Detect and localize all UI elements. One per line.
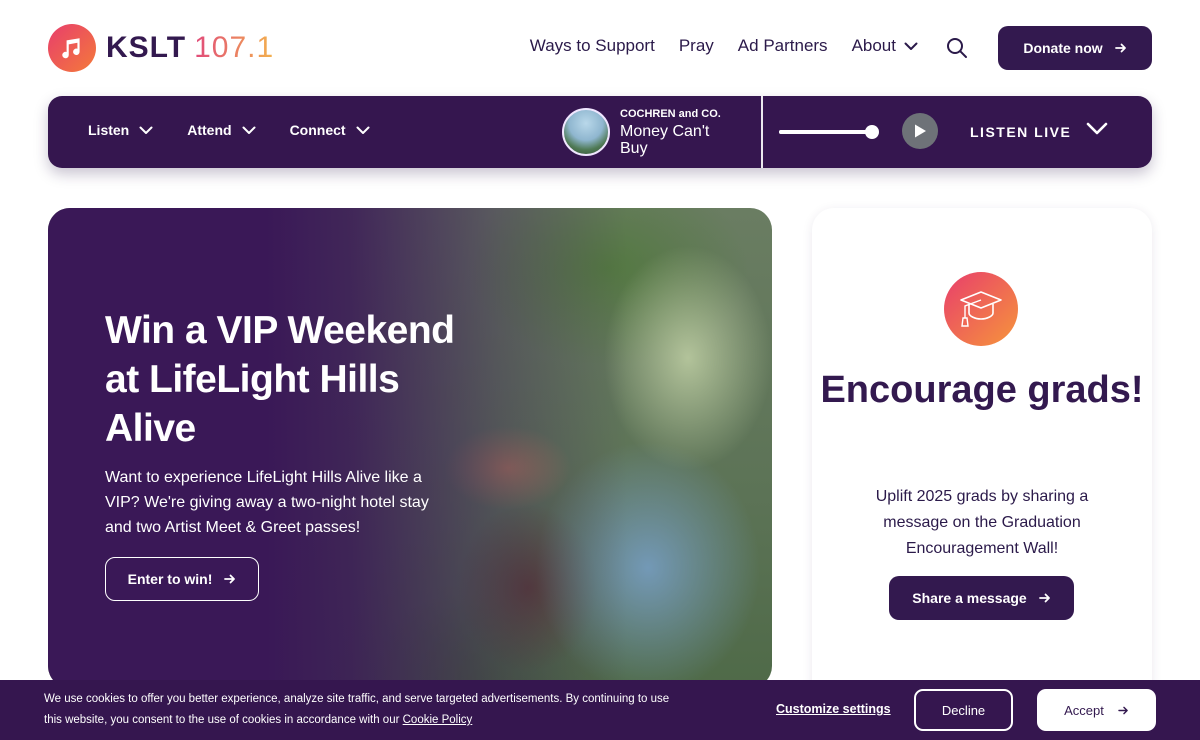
volume-knob[interactable] (865, 125, 880, 139)
main-nav: Ways to Support Pray Ad Partners About (530, 36, 918, 56)
enter-to-win-button[interactable]: Enter to win! (105, 557, 259, 601)
hero-title: Win a VIP Weekend at LifeLight Hills Ali… (105, 309, 455, 450)
chevron-down-icon (904, 42, 918, 50)
cookie-banner: We use cookies to offer you better exper… (0, 680, 1200, 740)
cookie-text: We use cookies to offer you better exper… (44, 689, 684, 731)
decline-button[interactable]: Decline (914, 689, 1013, 731)
site-header: KSLT 107.1 Ways to Support Pray Ad Partn… (0, 0, 1200, 96)
grads-card-title: Encourage grads! (820, 369, 1144, 411)
cookie-policy-link[interactable]: Cookie Policy (403, 714, 473, 726)
play-icon (915, 124, 926, 138)
play-button[interactable] (902, 113, 938, 149)
menu-listen[interactable]: Listen (88, 122, 153, 138)
player-menu: Listen Attend Connect (88, 122, 370, 138)
volume-fill (779, 130, 873, 134)
listen-live-label[interactable]: LISTEN LIVE (970, 124, 1071, 140)
donate-button-label: Donate now (1023, 40, 1103, 56)
decline-label: Decline (941, 702, 986, 718)
accept-label: Accept (1064, 702, 1104, 718)
now-playing-artist: COCHREN and CO. (620, 108, 721, 120)
chevron-down-icon (356, 126, 370, 134)
share-message-button[interactable]: Share a message (889, 576, 1074, 620)
logo-call-letters: KSLT (106, 31, 187, 64)
menu-connect[interactable]: Connect (290, 122, 370, 138)
menu-attend-label: Attend (187, 122, 232, 138)
player-divider (761, 96, 763, 168)
now-playing[interactable]: COCHREN and CO. Money Can't Buy (562, 108, 730, 157)
nav-about-label: About (851, 36, 896, 55)
grads-card: Encourage grads! Uplift 2025 grads by sh… (812, 208, 1152, 728)
menu-listen-label: Listen (88, 122, 130, 138)
grads-card-body: Uplift 2025 grads by sharing a message o… (875, 488, 1089, 557)
music-note-icon (48, 24, 96, 72)
volume-slider[interactable] (779, 125, 880, 139)
chevron-down-icon (242, 126, 256, 134)
logo-wordmark: KSLT 107.1 (106, 31, 274, 65)
nav-about[interactable]: About (852, 36, 918, 56)
search-icon[interactable] (946, 37, 968, 59)
station-logo[interactable]: KSLT 107.1 (48, 24, 274, 72)
share-message-label: Share a message (912, 590, 1027, 606)
now-playing-text: COCHREN and CO. Money Can't Buy (620, 108, 730, 157)
accept-button[interactable]: Accept (1037, 689, 1156, 731)
enter-to-win-label: Enter to win! (127, 571, 213, 587)
graduation-cap-icon (944, 272, 1018, 346)
album-art (562, 108, 610, 156)
hero-body: Want to experience LifeLight Hills Alive… (105, 469, 429, 536)
nav-ways-to-support[interactable]: Ways to Support (530, 36, 655, 56)
logo-frequency: 107.1 (194, 31, 275, 64)
menu-connect-label: Connect (289, 122, 346, 138)
nav-ad-partners[interactable]: Ad Partners (738, 36, 828, 56)
donate-button[interactable]: Donate now (998, 26, 1152, 70)
cookie-message: We use cookies to offer you better exper… (44, 693, 670, 726)
chevron-down-icon (139, 126, 153, 134)
expand-player-chevron-icon[interactable] (1086, 122, 1108, 141)
menu-attend[interactable]: Attend (187, 122, 256, 138)
customize-settings-link[interactable]: Customize settings (776, 702, 891, 716)
player-bar: Listen Attend Connect COCHREN and CO. Mo… (48, 96, 1152, 168)
arrow-right-icon (1118, 706, 1128, 714)
hero-card: Win a VIP Weekend at LifeLight Hills Ali… (48, 208, 772, 688)
nav-pray[interactable]: Pray (679, 36, 714, 56)
arrow-right-icon (1114, 43, 1126, 53)
arrow-right-icon (224, 574, 236, 584)
now-playing-song: Money Can't Buy (620, 123, 710, 157)
arrow-right-icon (1038, 593, 1050, 603)
